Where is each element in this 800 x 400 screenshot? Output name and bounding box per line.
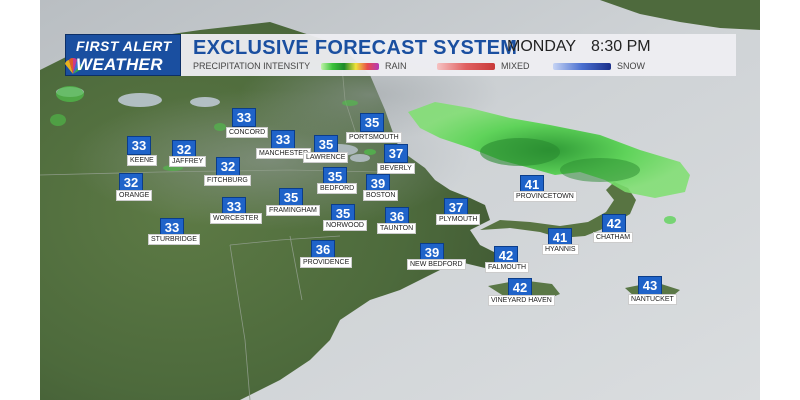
first-alert-weather-logo: FIRST ALERT WEATHER	[65, 34, 181, 76]
city-name: JAFFREY	[169, 156, 207, 167]
city-temp: 35	[360, 113, 384, 132]
forecast-day: MONDAY	[507, 38, 577, 55]
rain-shower	[664, 216, 676, 224]
rain-heavy-core	[480, 138, 560, 166]
snow-scale-bar	[553, 63, 611, 70]
rain-shower	[50, 114, 66, 126]
city-temp: 37	[384, 144, 408, 163]
city-temp: 33	[127, 136, 151, 155]
city-name: VINEYARD HAVEN	[488, 295, 555, 306]
lake	[118, 93, 162, 107]
city-name: PLYMOUTH	[436, 214, 481, 225]
city-name: NANTUCKET	[628, 294, 677, 305]
city-temp: 33	[271, 130, 295, 149]
rain-label: RAIN	[385, 61, 407, 71]
rain-scale-bar	[321, 63, 379, 70]
logo-line2: WEATHER	[76, 55, 163, 74]
precip-intensity-label: PRECIPITATION INTENSITY	[193, 61, 311, 71]
city-name: NEW BEDFORD	[407, 259, 466, 270]
city-temp: 43	[638, 276, 662, 295]
mixed-scale-bar	[437, 63, 495, 70]
lake	[190, 97, 220, 107]
city-name: PROVINCETOWN	[513, 191, 577, 202]
logo-line1: FIRST ALERT	[76, 38, 172, 54]
forecast-time: 8:30 PM	[591, 38, 651, 55]
city-name: WORCESTER	[210, 213, 262, 224]
city-name: ORANGE	[116, 190, 153, 201]
snow-label: SNOW	[617, 61, 645, 71]
city-name: STURBRIDGE	[148, 234, 200, 245]
forecast-header: FIRST ALERT WEATHER EXCLUSIVE FORECAST S…	[65, 34, 736, 76]
city-temp: 32	[216, 157, 240, 176]
rain-shower	[214, 123, 226, 131]
city-temp: 42	[602, 214, 626, 233]
forecast-banner: EXCLUSIVE FORECAST SYSTEM MONDAY 8:30 PM…	[181, 34, 736, 76]
forecast-title: EXCLUSIVE FORECAST SYSTEM	[193, 37, 518, 59]
city-name: CHATHAM	[593, 232, 634, 243]
lake	[350, 154, 370, 162]
rain-shower	[364, 149, 376, 155]
city-name: HYANNIS	[542, 244, 579, 255]
mixed-label: MIXED	[501, 61, 530, 71]
city-temp: 33	[232, 108, 256, 127]
city-name: TAUNTON	[377, 223, 417, 234]
city-name: FALMOUTH	[485, 262, 530, 273]
city-name: BEVERLY	[377, 163, 415, 174]
city-name: BOSTON	[363, 190, 399, 201]
weather-map-graphic: FIRST ALERT WEATHER EXCLUSIVE FORECAST S…	[0, 0, 800, 400]
city-name: FITCHBURG	[204, 175, 251, 186]
rain-shower	[56, 86, 84, 102]
city-name: BEDFORD	[317, 183, 358, 194]
city-name: PORTSMOUTH	[346, 132, 402, 143]
city-name: CONCORD	[226, 127, 269, 138]
city-name: LAWRENCE	[303, 152, 349, 163]
rain-shower	[342, 100, 358, 106]
rain-heavy-core	[560, 158, 640, 182]
city-name: PROVIDENCE	[300, 257, 353, 268]
city-name: NORWOOD	[323, 220, 367, 231]
city-name: FRAMINGHAM	[266, 205, 320, 216]
city-name: KEENE	[127, 155, 157, 166]
